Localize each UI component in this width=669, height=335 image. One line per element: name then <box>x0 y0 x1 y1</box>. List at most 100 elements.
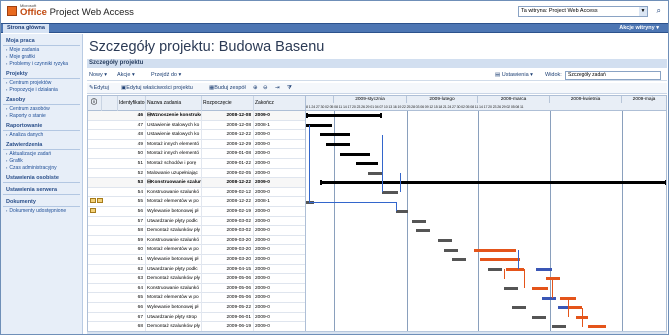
view-select[interactable]: Szczegóły zadań <box>565 71 661 80</box>
gantt-bar[interactable] <box>368 171 382 175</box>
gantt-dependency-line <box>582 307 583 327</box>
build-team-button[interactable]: ▦Buduj zespół <box>209 84 246 93</box>
scroll-to-task-icon[interactable]: ⇥ <box>275 84 280 93</box>
gantt-bar[interactable] <box>532 315 546 319</box>
column-header-3[interactable]: Nazwa zadania <box>146 96 202 111</box>
zoom-out-icon[interactable]: ⊖ <box>263 84 268 93</box>
gantt-bar[interactable] <box>588 325 606 329</box>
table-row[interactable]: 59 Konstruowanie szalunkó 2009-03-20 2009-0 <box>88 235 305 246</box>
sidebar-section-7[interactable]: Dokumenty <box>3 195 80 207</box>
gantt-bar[interactable] <box>412 219 426 223</box>
cell-end: 2009-0 <box>254 245 305 255</box>
gantt-bar[interactable] <box>452 258 466 262</box>
gantt-bar[interactable] <box>320 133 350 137</box>
table-row[interactable]: 58 Demontaż szalunków pły 2009-03-02 2009-0 <box>88 226 305 236</box>
sidebar-item[interactable]: Dokumenty udostępnione <box>1 207 82 214</box>
table-row[interactable]: 48 Ustawienie stalowych ko 2008-12-22 2009-… <box>88 130 305 140</box>
table-row[interactable]: 56 Wylewanie betonowej pł 2009-02-19 2009-0 <box>88 207 305 217</box>
table-row[interactable]: 64 Konstruowanie szalunkó 2009-05-06 2009-0 <box>88 283 305 294</box>
gantt-bar[interactable] <box>480 258 520 262</box>
gantt-bar[interactable] <box>546 277 560 281</box>
table-row[interactable]: 61 Wylewanie betonowej pł 2009-03-20 2009-0 <box>88 255 305 265</box>
app-title[interactable]: Office Project Web Access <box>20 7 134 18</box>
sidebar-section-2[interactable]: Zasoby <box>3 93 80 105</box>
table-row[interactable]: 46 ⊟Wznoszenie konstrukcji 2008-12-08 2009-… <box>88 111 305 121</box>
sidebar-section-1[interactable]: Projekty <box>3 67 80 79</box>
sidebar-section-4[interactable]: Zatwierdzenia <box>3 138 80 150</box>
sidebar-item[interactable]: Grafik <box>1 157 82 164</box>
gantt-bar[interactable] <box>326 143 350 146</box>
gantt-bar[interactable] <box>356 162 378 166</box>
sidebar-item[interactable]: Moje grafiki <box>1 53 82 60</box>
chevron-down-icon[interactable]: ▼ <box>639 7 647 16</box>
sidebar-item[interactable]: Aktualizacje zadań <box>1 150 82 157</box>
new-menu[interactable]: Nowy ▾ <box>89 71 107 80</box>
gantt-bar[interactable] <box>558 306 568 310</box>
cell-name: ⊟Wznoszenie konstrukcji <box>146 111 202 121</box>
table-row[interactable]: 49 Montaż innych elementó 2008-12-29 2009-0 <box>88 139 305 150</box>
gantt-bar[interactable] <box>506 267 524 271</box>
gantt-bar[interactable] <box>568 306 582 310</box>
sidebar-item[interactable]: Problemy i czynniki ryzyka <box>1 60 82 67</box>
tab-home[interactable]: Strona główna <box>3 24 49 33</box>
table-row[interactable]: 60 Montaż elementów w po 2009-03-20 2009-0 <box>88 245 305 255</box>
table-row[interactable]: 65 Montaż elementów w po 2009-05-06 2009-0 <box>88 293 305 303</box>
edit-button[interactable]: ✎Edytuj <box>89 84 109 93</box>
filter-icon[interactable]: ⧩ <box>287 84 292 93</box>
edit-label: Edytuj <box>93 85 109 91</box>
table-row[interactable]: 67 Utwardzanie płyty strop 2009-06-01 2009-… <box>88 312 305 323</box>
sidebar-section-5[interactable]: Ustawienia osobiste <box>3 171 80 183</box>
column-header-5[interactable]: Zakończ <box>254 96 305 111</box>
gantt-bar[interactable] <box>340 152 370 156</box>
sidebar-item[interactable]: Propozycje i działania <box>1 86 82 93</box>
site-actions-menu[interactable]: Akcje witryny ▾ <box>616 24 662 33</box>
table-row[interactable]: 63 Demontaż szalunków pły 2009-05-06 2009-0 <box>88 274 305 284</box>
table-row[interactable]: 62 Utwardzanie płyty podłc 2009-04-15 2009-… <box>88 264 305 275</box>
sidebar-section-3[interactable]: Raportowanie <box>3 119 80 131</box>
search-icon[interactable]: ⌕ <box>657 6 661 16</box>
sidebar-item[interactable]: Moje zadania <box>1 46 82 53</box>
zoom-in-icon[interactable]: ⊕ <box>253 84 258 93</box>
sidebar-item[interactable]: Centrum projektów <box>1 79 82 86</box>
gantt-bar[interactable] <box>444 248 458 252</box>
search-scope-select[interactable]: Ta witryna: Project Web Access ▼ <box>518 6 648 17</box>
gantt-bar[interactable] <box>488 267 502 271</box>
gantt-bar[interactable] <box>382 191 398 194</box>
column-header-1[interactable] <box>102 96 118 111</box>
gantt-horizontal-scrollbar[interactable] <box>306 331 667 334</box>
sidebar-item[interactable]: Czas administracyjny <box>1 164 82 171</box>
table-row[interactable]: 57 Utwardzanie płyty podłc 2009-03-02 2009-… <box>88 216 305 227</box>
gantt-bar[interactable] <box>536 267 552 271</box>
gantt-bar[interactable] <box>552 325 566 329</box>
actions-menu[interactable]: Akcje ▾ <box>117 71 135 80</box>
column-header-2[interactable]: Identyfikator <box>118 96 146 111</box>
gantt-bar[interactable] <box>474 248 516 252</box>
table-row[interactable]: 51 Montaż schodów i porę 2009-01-22 2009-0 <box>88 159 305 169</box>
gantt-bar[interactable] <box>532 287 548 290</box>
sidebar-item[interactable]: Centrum zasobów <box>1 105 82 112</box>
table-row[interactable]: 52 Malowanie uzupełniając 2009-02-05 2009-0 <box>88 168 305 179</box>
go-to-menu[interactable]: Przejdź do ▾ <box>151 71 181 80</box>
table-row[interactable]: 50 Montaż innych elementó 2009-01-08 2009-0 <box>88 149 305 159</box>
table-row[interactable]: 53 ⊟Konstruowanie szalunk 2008-12-22 2009-0 <box>88 178 305 188</box>
table-row[interactable]: 54 Konstruowanie szalunkó 2009-02-12 2009-0 <box>88 187 305 198</box>
edit-project-properties-button[interactable]: ▣Edytuj właściwości projektu <box>121 84 193 93</box>
grid-horizontal-scrollbar[interactable] <box>87 331 306 334</box>
gantt-bar[interactable] <box>396 210 408 214</box>
gantt-summary-bar[interactable] <box>320 180 666 186</box>
sidebar-section-6[interactable]: Ustawienia serwera <box>3 183 80 195</box>
sidebar-section-0[interactable]: Moja praca <box>3 34 80 46</box>
settings-menu[interactable]: ▤ Ustawienia ▾ <box>495 71 533 80</box>
table-row[interactable]: 47 Ustawienie stalowych ko 2008-12-08 2008-… <box>88 120 305 131</box>
table-row[interactable]: 55 Montaż elementów w po 2008-12-22 2008-1 <box>88 197 305 207</box>
column-header-4[interactable]: Rozpoczęcie <box>202 96 254 111</box>
gantt-bar[interactable] <box>416 229 430 233</box>
gantt-summary-bar[interactable] <box>306 113 382 119</box>
gantt-bar[interactable] <box>504 287 518 290</box>
sidebar-item[interactable]: Analiza danych <box>1 131 82 138</box>
gantt-bar[interactable] <box>438 239 452 242</box>
gantt-bar[interactable] <box>542 296 556 300</box>
sidebar-item[interactable]: Raporty o stanie <box>1 112 82 119</box>
table-row[interactable]: 66 Wylewanie betonowej pł 2009-05-22 2009-0 <box>88 303 305 313</box>
gantt-bar[interactable] <box>512 306 526 310</box>
